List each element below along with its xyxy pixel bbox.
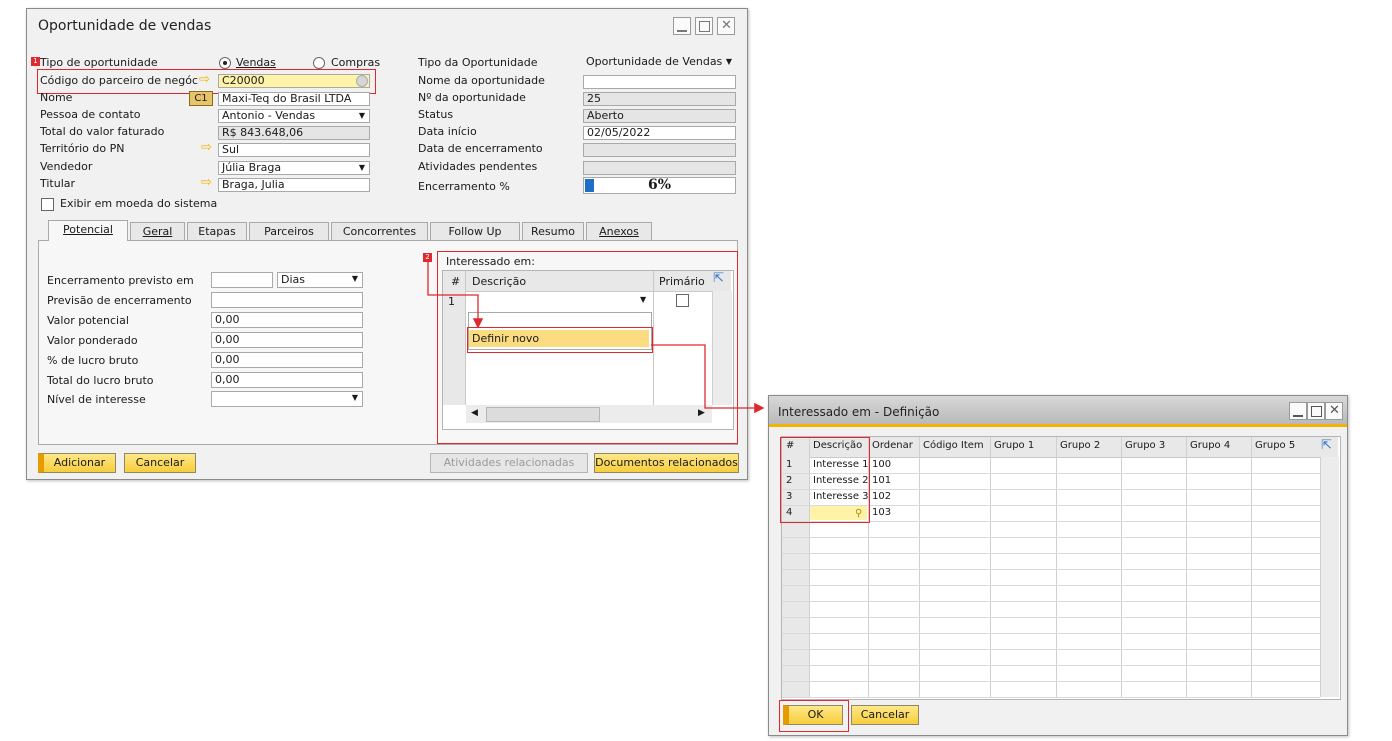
popup-vscroll[interactable]	[1320, 457, 1339, 697]
popup-maximize-button[interactable]	[1307, 402, 1325, 420]
grid-row-line	[782, 585, 1320, 586]
definition-col-header: Código Item	[923, 440, 984, 451]
grid-row-line	[782, 649, 1320, 650]
table-cell[interactable]: 101	[869, 474, 918, 488]
grid-col-line	[919, 437, 920, 697]
grid-row-line	[782, 601, 1320, 602]
definition-window-title: Interessado em - Definição	[778, 405, 940, 419]
grid-col-line	[1056, 437, 1057, 697]
grid-row-line	[782, 569, 1320, 570]
definition-col-header: Grupo 5	[1255, 440, 1296, 451]
grid-col-line	[1251, 437, 1252, 697]
table-cell[interactable]: 100	[869, 458, 918, 472]
grid-row-line	[782, 617, 1320, 618]
table-cell[interactable]: 103	[869, 506, 918, 520]
table-cell[interactable]: 102	[869, 490, 918, 504]
grid-row-line	[782, 633, 1320, 634]
close-icon: ✕	[1329, 403, 1340, 418]
grid-col-line	[1121, 437, 1122, 697]
grid-col-line	[990, 437, 991, 697]
grid-row-line	[782, 697, 1320, 698]
highlight-popup-columns	[780, 437, 870, 523]
grid-row-line	[782, 681, 1320, 682]
popup-minimize-button[interactable]	[1289, 402, 1307, 420]
grid-col-line	[1186, 437, 1187, 697]
definition-col-header: Grupo 2	[1060, 440, 1101, 451]
definition-col-header: Grupo 3	[1125, 440, 1166, 451]
definition-col-header: Grupo 1	[994, 440, 1035, 451]
definition-col-header: Ordenar	[872, 440, 913, 451]
popup-expand-icon[interactable]: ⇱	[1321, 438, 1332, 453]
popup-cancel-button[interactable]: Cancelar	[851, 705, 919, 725]
grid-row-line	[782, 553, 1320, 554]
grid-row-line	[782, 665, 1320, 666]
highlight-ok	[779, 700, 849, 732]
popup-close-button[interactable]: ✕	[1325, 402, 1343, 420]
definition-col-header: Grupo 4	[1190, 440, 1231, 451]
grid-row-line	[782, 537, 1320, 538]
